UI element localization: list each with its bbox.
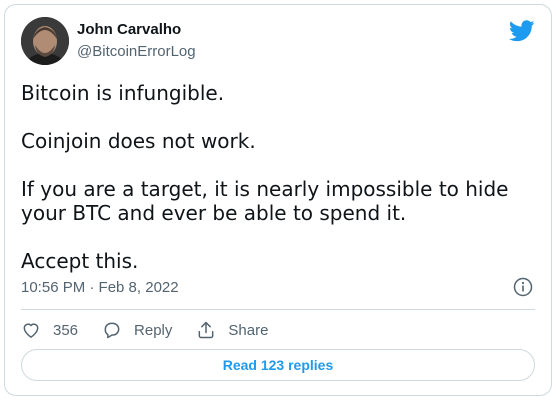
tweet-paragraph: Accept this. xyxy=(21,249,139,273)
reply-button[interactable]: Reply xyxy=(102,320,172,340)
author-name[interactable]: John Carvalho xyxy=(77,21,181,38)
author-handle[interactable]: @BitcoinErrorLog xyxy=(77,43,196,60)
share-label: Share xyxy=(228,321,269,339)
like-button[interactable]: 356 xyxy=(21,320,78,340)
info-icon[interactable] xyxy=(513,277,533,297)
share-icon xyxy=(198,321,214,339)
avatar[interactable] xyxy=(21,17,69,65)
reply-icon xyxy=(104,322,120,339)
twitter-bird-icon[interactable] xyxy=(509,20,535,42)
tweet-card: John Carvalho @BitcoinErrorLog Bitcoin i… xyxy=(4,4,552,396)
action-bar: 356 Reply Share xyxy=(21,318,292,342)
tweet-text: Bitcoin is infungible. Coinjoin does not… xyxy=(21,81,537,273)
share-button[interactable]: Share xyxy=(196,320,268,340)
heart-icon xyxy=(23,323,39,338)
read-replies-button[interactable]: Read 123 replies xyxy=(21,349,535,381)
reply-label: Reply xyxy=(134,321,173,339)
tweet-timestamp[interactable]: 10:56 PM · Feb 8, 2022 xyxy=(21,279,179,296)
divider xyxy=(21,309,535,310)
like-count: 356 xyxy=(53,321,79,339)
tweet-paragraph: Bitcoin is infungible. xyxy=(21,81,225,105)
tweet-paragraph: If you are a target, it is nearly imposs… xyxy=(21,177,509,225)
tweet-paragraph: Coinjoin does not work. xyxy=(21,129,256,153)
